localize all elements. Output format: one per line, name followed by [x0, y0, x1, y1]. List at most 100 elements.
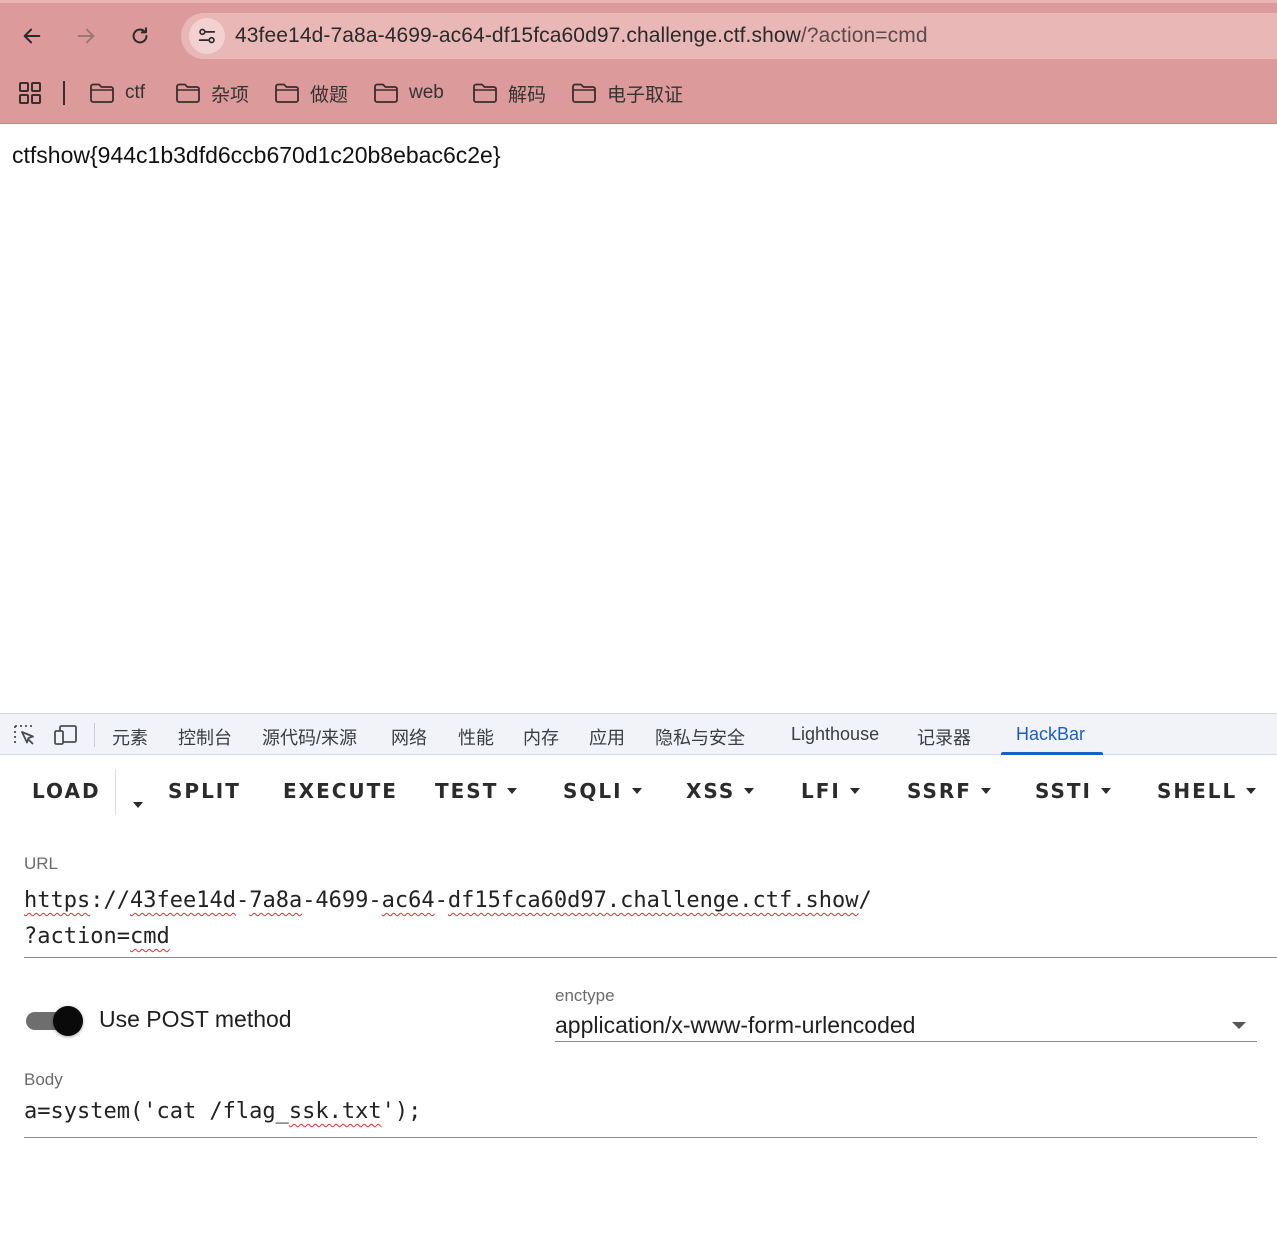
split-button[interactable]: SPLIT [168, 779, 241, 803]
url-part: -4699- [302, 888, 382, 913]
load-button[interactable]: LOAD [32, 779, 101, 803]
url-field-underline [24, 957, 1277, 958]
tune-icon [198, 28, 216, 44]
load-button-divider [115, 769, 116, 815]
url-part: - [434, 888, 448, 913]
url-textarea[interactable]: https://43fee14d-7a8a-4699-ac64-df15fca6… [24, 883, 1277, 955]
execute-button-label: EXECUTE [283, 779, 398, 803]
xss-menu-button[interactable]: XSS [686, 779, 755, 803]
bookmark-label: 做题 [310, 84, 349, 106]
url-line-1: https://43fee14d-7a8a-4699-ac64-df15fca6… [24, 883, 1277, 919]
post-method-toggle[interactable] [26, 1004, 84, 1036]
split-button-label: SPLIT [168, 779, 241, 803]
body-field-underline [24, 1137, 1257, 1138]
url-part: :// [90, 888, 130, 913]
url-part: https [24, 888, 91, 913]
enctype-underline [555, 1041, 1257, 1042]
tab-memory[interactable]: 内存 [523, 724, 559, 750]
reload-icon [132, 27, 148, 44]
arrow-right-icon [77, 28, 95, 44]
bookmark-folder-exercises[interactable]: 做题 [274, 80, 348, 106]
reload-button[interactable] [122, 18, 158, 54]
url-part: ac64 [381, 888, 435, 913]
folder-icon [473, 83, 497, 103]
bookmark-label: 解码 [508, 84, 547, 106]
hackbar-toolbar: LOAD SPLIT EXECUTE TEST SQLI XSS LFI SSR… [0, 759, 1277, 825]
tab-performance[interactable]: 性能 [458, 724, 494, 750]
dropdown-arrow-icon[interactable] [1232, 1022, 1246, 1029]
inspect-element-icon[interactable] [12, 723, 38, 747]
address-host: 43fee14d-7a8a-4699-ac64-df15fca60d97.cha… [235, 24, 801, 47]
load-button-label: LOAD [32, 779, 101, 803]
bookmark-label: 杂项 [211, 84, 250, 106]
body-field-label: Body [24, 1070, 63, 1089]
chevron-down-icon [980, 788, 991, 794]
ssrf-menu-button[interactable]: SSRF [907, 779, 991, 803]
browser-toolbar: 43fee14d-7a8a-4699-ac64-df15fca60d97.cha… [0, 0, 1277, 124]
url-part: / [858, 888, 872, 913]
shell-menu-button[interactable]: SHELL [1157, 779, 1257, 803]
url-part: - [235, 888, 250, 913]
url-part: 7a8a [249, 888, 303, 913]
active-tab-indicator [1001, 752, 1103, 755]
enctype-select[interactable]: application/x-www-form-urlencoded [555, 1012, 915, 1039]
body-textarea[interactable]: a=system('cat /flag_ssk.txt'); [24, 1099, 421, 1124]
url-part: cmd [129, 924, 170, 949]
tab-network[interactable]: 网络 [391, 724, 427, 750]
tab-hackbar[interactable]: HackBar [1016, 724, 1085, 745]
address-text[interactable]: 43fee14d-7a8a-4699-ac64-df15fca60d97.cha… [235, 24, 928, 48]
bookmark-folder-ctf[interactable]: ctf [89, 80, 145, 106]
url-part: ?action= [24, 924, 130, 949]
bookmarks-bar: ctf 杂项 做题 web 解码 电子取证 [0, 72, 1277, 114]
chevron-down-icon [1101, 788, 1111, 794]
ssrf-menu-label: SSRF [907, 779, 972, 803]
tab-recorder[interactable]: 记录器 [917, 724, 971, 750]
folder-icon [176, 83, 200, 103]
execute-button[interactable]: EXECUTE [283, 779, 398, 803]
ssti-menu-button[interactable]: SSTI [1035, 779, 1111, 803]
bookmark-folder-decode[interactable]: 解码 [472, 80, 546, 106]
url-part: 43fee14d [129, 888, 236, 913]
address-bar[interactable]: 43fee14d-7a8a-4699-ac64-df15fca60d97.cha… [181, 13, 1277, 59]
test-menu-label: TEST [435, 779, 499, 803]
load-dropdown-chevron-icon[interactable] [133, 802, 143, 808]
bookmark-folder-web[interactable]: web [373, 80, 444, 106]
folder-icon [275, 83, 299, 103]
forward-button[interactable] [68, 18, 104, 54]
xss-menu-label: XSS [686, 779, 736, 803]
lfi-menu-button[interactable]: LFI [801, 779, 860, 803]
chevron-down-icon [744, 788, 755, 794]
url-part: df15fca60d97.challenge.ctf.show [447, 888, 859, 913]
sqli-menu-button[interactable]: SQLI [563, 779, 642, 803]
apps-grid-icon[interactable] [18, 81, 42, 105]
bookmark-label: 电子取证 [607, 84, 684, 106]
chevron-down-icon [631, 788, 642, 794]
tab-privacy-security[interactable]: 隐私与安全 [655, 724, 745, 750]
devtools-tab-divider [94, 723, 95, 747]
tab-lighthouse[interactable]: Lighthouse [791, 724, 879, 745]
sqli-menu-label: SQLI [563, 779, 623, 803]
arrow-left-icon [23, 28, 41, 44]
tab-sources[interactable]: 源代码/来源 [262, 724, 357, 750]
lfi-menu-label: LFI [801, 779, 841, 803]
back-button[interactable] [14, 18, 50, 54]
folder-icon [90, 83, 114, 103]
window-top-edge [0, 0, 1277, 3]
folder-icon [374, 83, 398, 103]
device-toolbar-icon[interactable] [53, 723, 79, 747]
chevron-down-icon [849, 788, 860, 794]
tab-elements[interactable]: 元素 [112, 724, 148, 750]
site-info-button[interactable] [189, 18, 225, 54]
bookmark-folder-forensics[interactable]: 电子取证 [571, 80, 683, 106]
test-menu-button[interactable]: TEST [435, 779, 518, 803]
devtools-tab-bar: 元素 控制台 源代码/来源 网络 性能 内存 应用 隐私与安全 Lighthou… [0, 713, 1277, 755]
tab-application[interactable]: 应用 [589, 724, 625, 750]
chevron-down-icon [1246, 788, 1257, 794]
toggle-knob [53, 1006, 83, 1036]
address-path: /?action=cmd [800, 24, 928, 47]
body-part: ssk.txt [288, 1099, 382, 1124]
tab-console[interactable]: 控制台 [178, 724, 232, 750]
folder-icon [572, 83, 596, 103]
bookmark-folder-misc[interactable]: 杂项 [175, 80, 249, 106]
flag-output-text: ctfshow{944c1b3dfd6ccb670d1c20b8ebac6c2e… [12, 142, 501, 168]
